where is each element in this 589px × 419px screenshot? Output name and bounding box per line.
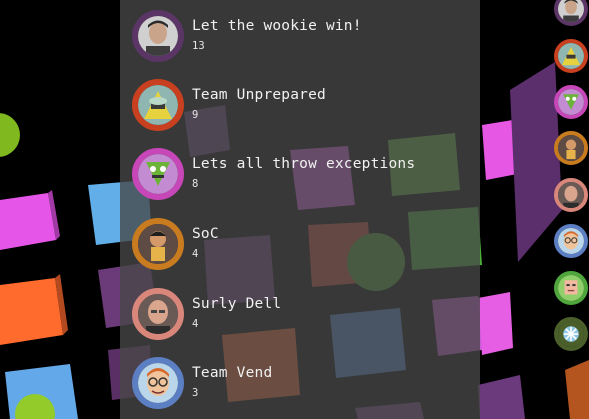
pink-block	[0, 193, 56, 250]
purple-block-right	[478, 375, 525, 419]
team-avatar-icon	[132, 79, 184, 131]
sidebar-avatar-icon[interactable]	[554, 85, 588, 119]
team-name: Team Unprepared	[192, 87, 326, 103]
sidebar-avatar-icon[interactable]	[554, 178, 588, 212]
pink-block-right-2	[478, 292, 513, 355]
sidebar-avatar-icon[interactable]	[554, 0, 588, 26]
team-score: 13	[192, 40, 205, 52]
leaderboard-entry[interactable]: Let the wookie win! 13	[132, 10, 472, 70]
team-avatar-icon	[132, 148, 184, 200]
team-avatar-icon	[132, 218, 184, 270]
team-score: 3	[192, 387, 199, 399]
leaderboard-entry[interactable]: SoC 4	[132, 218, 472, 278]
sidebar-avatar-icon[interactable]	[554, 131, 588, 165]
team-score: 4	[192, 248, 199, 260]
team-name: Let the wookie win!	[192, 18, 362, 34]
team-score: 9	[192, 109, 199, 121]
team-name: Surly Dell	[192, 296, 282, 312]
team-avatar-icon	[132, 357, 184, 409]
team-score: 4	[192, 318, 199, 330]
orange-block	[0, 278, 63, 345]
sidebar-avatar-icon[interactable]	[554, 224, 588, 258]
sidebar-avatar-icon[interactable]	[554, 39, 588, 73]
leaderboard-panel: Let the wookie win! 13 Team Unprepared 9…	[120, 0, 480, 419]
leaderboard-entry[interactable]: Team Unprepared 9	[132, 79, 472, 139]
green-sphere	[0, 113, 20, 157]
sidebar-avatar-icon[interactable]	[554, 317, 588, 351]
leaderboard-entry[interactable]: Team Vend 3	[132, 357, 472, 417]
team-avatar-sidebar	[552, 0, 589, 419]
team-score: 8	[192, 178, 199, 190]
sidebar-avatar-icon[interactable]	[554, 271, 588, 305]
leaderboard-entry[interactable]: Lets all throw exceptions 8	[132, 148, 472, 208]
team-name: Lets all throw exceptions	[192, 156, 416, 172]
team-name: SoC	[192, 226, 219, 242]
leaderboard-entry[interactable]: Surly Dell 4	[132, 288, 472, 348]
team-avatar-icon	[132, 288, 184, 340]
team-avatar-icon	[132, 10, 184, 62]
team-name: Team Vend	[192, 365, 273, 381]
